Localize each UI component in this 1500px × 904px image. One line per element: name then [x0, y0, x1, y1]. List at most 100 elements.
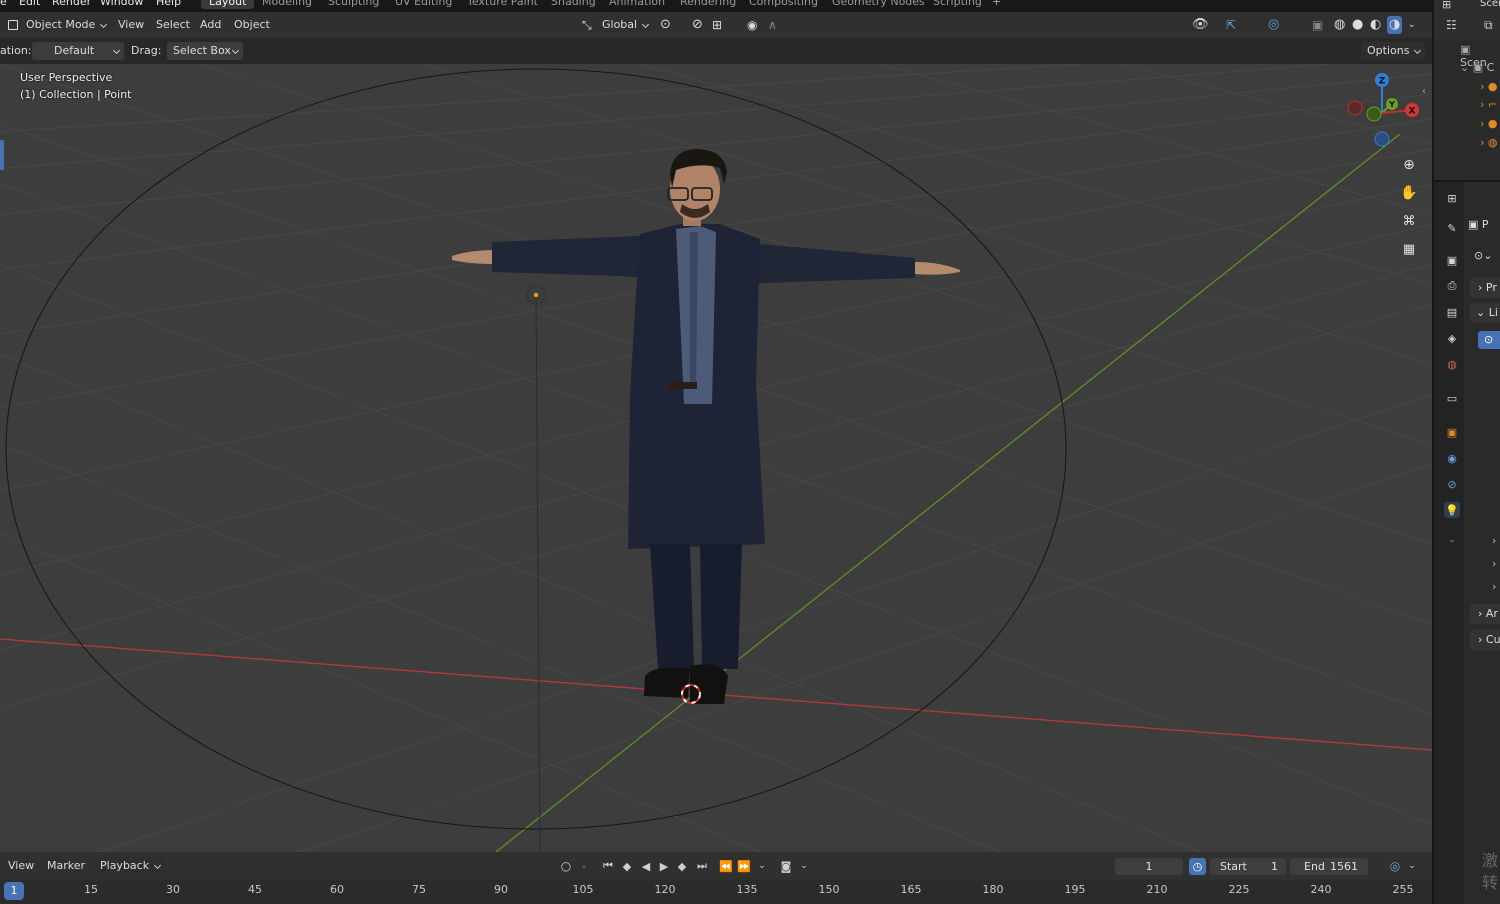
tab-uv-editing[interactable]: UV Editing	[395, 0, 452, 8]
panel-animation[interactable]: › Ar	[1470, 604, 1500, 624]
sync-chevron-icon[interactable]: ⌄	[798, 858, 810, 874]
material-shading-icon[interactable]: ◐	[1370, 16, 1381, 34]
scene-tab-icon[interactable]: ◈	[1444, 330, 1460, 346]
falloff-icon[interactable]: ∧	[768, 16, 777, 34]
tab-layout[interactable]: Layout	[201, 0, 255, 9]
menu-window[interactable]: Window	[100, 0, 143, 8]
menu-help[interactable]: Help	[156, 0, 181, 8]
jump-start-icon[interactable]: ⏮	[600, 858, 616, 874]
orientation-dropdown[interactable]: Global	[596, 16, 653, 34]
tab-compositing[interactable]: Compositing	[749, 0, 818, 8]
tab-texture-paint[interactable]: Texture Paint	[467, 0, 538, 8]
rendered-shading-icon[interactable]: ◑	[1387, 16, 1403, 34]
tab-modeling[interactable]: Modeling	[262, 0, 312, 8]
menu-select[interactable]: Select	[156, 16, 190, 34]
preview-range-clock-icon[interactable]: ◷	[1189, 858, 1206, 875]
toolbar-edge-handle[interactable]	[0, 140, 4, 170]
next-marker-icon[interactable]: ⏩	[736, 858, 752, 874]
snap-target-icon[interactable]: ⊞	[712, 16, 722, 34]
3d-viewport[interactable]: User Perspective (1) Collection | Point …	[0, 64, 1432, 852]
subpanel-expand-chevron-icon[interactable]: ›	[1492, 580, 1496, 593]
panel-custom-properties[interactable]: › Cu	[1470, 630, 1500, 650]
marker-chevron-icon[interactable]: ⌄	[756, 858, 768, 874]
navigation-gizmo[interactable]: Z Y X	[1340, 68, 1430, 158]
tab-geometry-nodes[interactable]: Geometry Nodes	[832, 0, 925, 8]
physics-tab-icon[interactable]: ◉	[1444, 450, 1460, 466]
output-tab-icon[interactable]: ⎙	[1444, 278, 1460, 294]
options-dropdown[interactable]: Options	[1361, 42, 1426, 60]
play-reverse-icon[interactable]: ◀	[638, 858, 654, 874]
properties-editor-icon[interactable]: ⊞	[1444, 190, 1460, 206]
prev-keyframe-icon[interactable]: ◆	[619, 858, 635, 874]
pivot-icon[interactable]: ⊙	[660, 16, 671, 34]
current-frame-field[interactable]: 1	[1115, 858, 1183, 875]
sync-icon[interactable]: ◙	[778, 858, 794, 874]
prev-marker-icon[interactable]: ⏪	[718, 858, 734, 874]
panel-light[interactable]: ⌄ Li	[1470, 303, 1500, 323]
character-model[interactable]	[452, 149, 960, 704]
constraints-tab-icon[interactable]: ⊘	[1444, 476, 1460, 492]
shading-options-chevron-icon[interactable]: ⌄	[1408, 16, 1416, 34]
outliner-object-row[interactable]: › ●	[1480, 80, 1498, 93]
subpanel-expand-chevron-icon[interactable]: ›	[1492, 557, 1496, 570]
light-type-dropdown[interactable]: ⊙⌄	[1474, 249, 1492, 262]
menu-render[interactable]: Render	[52, 0, 91, 8]
sidebar-toggle-chevron-icon[interactable]: ‹	[1422, 86, 1426, 97]
snap-magnet-icon[interactable]: ⊘	[692, 16, 703, 34]
timeline-menu-view[interactable]: View	[8, 857, 34, 875]
zoom-icon[interactable]: ⊕	[1397, 153, 1421, 177]
outliner-object-row[interactable]: › ◍	[1480, 136, 1498, 149]
tab-shading[interactable]: Shading	[551, 0, 596, 8]
gizmo-toggle-icon[interactable]: ⇱	[1226, 16, 1236, 34]
outliner-object-row[interactable]: › ⌐	[1480, 98, 1497, 111]
panel-preview[interactable]: › Pr	[1470, 278, 1500, 298]
outliner-editor-icon[interactable]: ⊞	[1442, 0, 1451, 11]
drag-dropdown[interactable]: Select Box	[167, 42, 243, 60]
playback-dropdown[interactable]: Playback	[94, 857, 166, 875]
menu-add[interactable]: Add	[200, 16, 221, 34]
play-icon[interactable]: ▶	[656, 858, 672, 874]
jump-end-icon[interactable]: ⏭	[694, 858, 710, 874]
end-frame-field[interactable]: End 1561	[1290, 858, 1368, 875]
subpanel-expand-chevron-icon[interactable]: ›	[1492, 534, 1496, 547]
menu-view[interactable]: View	[118, 16, 144, 34]
world-tab-icon[interactable]: ◍	[1444, 356, 1460, 372]
tab-scripting[interactable]: Scripting	[933, 0, 982, 8]
ortho-grid-icon[interactable]: ▦	[1397, 237, 1421, 261]
timeline-options-chevron-icon[interactable]: ⌄	[1406, 858, 1418, 874]
tab-rendering[interactable]: Rendering	[680, 0, 736, 8]
pan-hand-icon[interactable]: ✋	[1397, 181, 1421, 205]
outliner-collection-row[interactable]: ⌄ ▣ C	[1460, 61, 1494, 74]
playhead-frame-indicator[interactable]: 1	[4, 882, 24, 900]
visibility-eye-icon[interactable]: 👁	[1192, 16, 1209, 34]
timeline-view-options-icon[interactable]: ◎	[1386, 858, 1404, 874]
wireframe-shading-icon[interactable]: ◍	[1334, 16, 1345, 34]
tab-animation[interactable]: Animation	[609, 0, 665, 8]
point-light-type-button[interactable]: ⊙	[1478, 331, 1500, 349]
proportional-edit-icon[interactable]: ◉	[747, 16, 757, 34]
start-frame-field[interactable]: Start 1	[1210, 858, 1286, 875]
tab-sculpting[interactable]: Sculpting	[328, 0, 379, 8]
mode-dropdown[interactable]: Object Mode	[22, 16, 111, 34]
menu-object[interactable]: Object	[234, 16, 270, 34]
orientation-default-dropdown[interactable]: Default	[32, 42, 124, 60]
next-keyframe-icon[interactable]: ◆	[674, 858, 690, 874]
light-data-tab-icon[interactable]: 💡	[1444, 502, 1460, 518]
tool-tab-icon[interactable]: ✎	[1444, 220, 1460, 236]
timeline-menu-marker[interactable]: Marker	[47, 857, 85, 875]
outliner-display-mode-icon[interactable]: ☷	[1446, 18, 1457, 32]
solid-shading-icon[interactable]: ●	[1352, 16, 1363, 34]
more-tabs-chevron-icon[interactable]: ⌄	[1444, 532, 1460, 548]
object-tab-icon[interactable]: ▣	[1444, 424, 1460, 440]
menu-file[interactable]: e	[0, 0, 7, 8]
timeline-ruler[interactable]: 1 15 30 45 60 75 90 105 120 135 150 165 …	[0, 880, 1432, 904]
keying-chevron-icon[interactable]: ⌄	[578, 858, 590, 874]
view-layer-tab-icon[interactable]: ▤	[1444, 304, 1460, 320]
render-tab-icon[interactable]: ▣	[1444, 252, 1460, 268]
auto-keying-icon[interactable]: ○	[558, 858, 574, 874]
overlay-toggle-icon[interactable]: ◎	[1268, 16, 1279, 34]
add-workspace-icon[interactable]: +	[992, 0, 1001, 8]
xray-icon[interactable]: ▣	[1312, 16, 1323, 34]
camera-view-icon[interactable]: ⌘	[1397, 209, 1421, 233]
collection-tab-icon[interactable]: ▭	[1444, 390, 1460, 406]
